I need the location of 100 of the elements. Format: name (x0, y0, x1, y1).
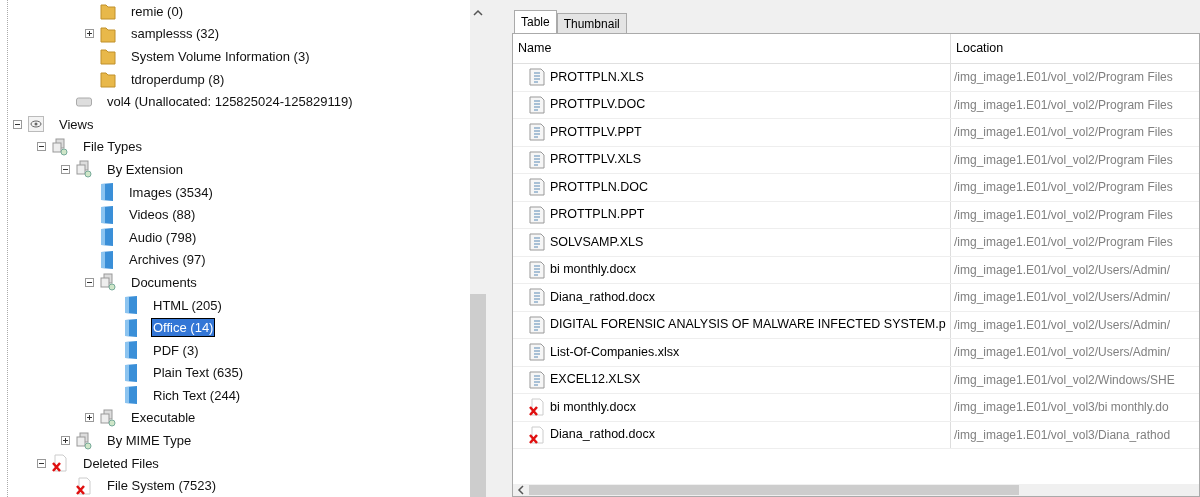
tree-item[interactable]: By MIME Type (106, 432, 193, 450)
table-cell: EXCEL12.XLSX (513, 366, 951, 393)
tree-item[interactable]: Views (58, 115, 95, 133)
tab[interactable]: Table (514, 10, 557, 33)
table-cell-text: /img_image1.E01/vol_vol2/Program Files (953, 179, 1174, 197)
table-cell-text: /img_image1.E01/vol_vol2/Program Files (953, 151, 1174, 169)
expand-icon[interactable] (61, 436, 70, 446)
document-icon (529, 205, 545, 224)
stacked-files-icon (52, 137, 68, 156)
table-cell: List-Of-Companies.xlsx (513, 339, 951, 366)
stacked-files-icon (100, 273, 116, 292)
collapse-icon[interactable] (61, 164, 70, 174)
tree-item[interactable]: remie (0) (130, 2, 184, 20)
table-cell-text: /img_image1.E01/vol_vol2/Program Files (953, 69, 1174, 87)
table-cell-text: /img_image1.E01/vol_vol2/Program Files (953, 96, 1174, 114)
document-icon (124, 317, 138, 338)
table-cell-text: /img_image1.E01/vol_vol2/Windows/SHE (953, 371, 1176, 389)
document-icon (529, 123, 545, 142)
document-icon (529, 260, 545, 279)
tree-item[interactable]: Executable (130, 409, 197, 427)
vertical-scrollbar[interactable] (470, 0, 486, 497)
document-icon (529, 343, 545, 362)
table-cell-text: /img_image1.E01/vol_vol2/Users/Admin/ (953, 344, 1172, 362)
stacked-files-icon (76, 160, 92, 179)
tree-item[interactable]: vol4 (Unallocated: 125825024-125829119) (106, 93, 354, 111)
column-header[interactable]: Name (513, 34, 951, 63)
tab[interactable]: Thumbnail (556, 13, 627, 33)
document-icon (124, 362, 138, 383)
table-cell: SOLVSAMP.XLS (513, 229, 951, 256)
document-icon (529, 178, 545, 197)
table-cell-text: /img_image1.E01/vol_vol3/bi monthly.do (953, 399, 1170, 417)
tree-item[interactable]: Audio (798) (128, 228, 198, 246)
document-icon (529, 370, 545, 389)
document-icon (529, 150, 545, 169)
expand-icon[interactable] (85, 29, 94, 39)
document-icon (529, 68, 545, 87)
tree-item[interactable]: samplesss (32) (130, 25, 221, 43)
table-cell-text: /img_image1.E01/vol_vol2/Users/Admin/ (953, 261, 1172, 279)
tree-item[interactable]: Images (3534) (128, 183, 214, 201)
table-cell: PROTTPLV.DOC (513, 91, 951, 118)
document-icon (124, 295, 138, 315)
table-cell-text: /img_image1.E01/vol_vol2/Program Files (953, 206, 1174, 224)
collapse-icon[interactable] (13, 119, 22, 129)
table-cell-text: /img_image1.E01/vol_vol2/Users/Admin/ (953, 316, 1172, 334)
table-cell: bi monthly.docx (513, 256, 951, 283)
column-header[interactable]: Location (951, 34, 1199, 63)
table-cell-text: /img_image1.E01/vol_vol2/Program Files (953, 234, 1174, 252)
document-icon (100, 249, 114, 270)
collapse-icon[interactable] (37, 142, 46, 152)
document-icon (124, 385, 138, 406)
scroll-up-icon[interactable] (473, 9, 483, 17)
collapse-icon[interactable] (85, 277, 94, 287)
table-cell-text: /img_image1.E01/vol_vol2/Users/Admin/ (953, 289, 1172, 307)
tree-item[interactable]: Videos (88) (128, 206, 197, 224)
tree-item[interactable]: Archives (97) (128, 251, 207, 269)
document-icon (100, 204, 114, 225)
tree-item[interactable]: System Volume Information (3) (130, 48, 311, 65)
collapse-icon[interactable] (37, 458, 46, 468)
tree-item[interactable]: Deleted Files (82, 454, 160, 472)
deleted-file-icon (529, 398, 545, 417)
document-icon (100, 182, 114, 203)
table-cell: bi monthly.docx (513, 394, 951, 421)
table-cell: Diana_rathod.docx (513, 421, 951, 448)
scroll-left-icon[interactable] (517, 485, 525, 495)
tree-item[interactable]: HTML (205) (152, 296, 223, 314)
table-cell: DIGITAL FORENSIC ANALYSIS OF MALWARE INFECTED SYSTEM.p (513, 311, 951, 338)
document-icon (529, 95, 545, 114)
tree-item[interactable]: File System (7523) (106, 477, 218, 495)
eye-icon (28, 116, 44, 133)
table-cell: Diana_rathod.docx (513, 284, 951, 311)
tree-item[interactable]: Rich Text (244) (152, 386, 242, 404)
tree-item[interactable]: By Extension (106, 160, 184, 178)
table-cell: PROTTPLN.XLS (513, 64, 951, 91)
tree-item[interactable]: Plain Text (635) (152, 364, 245, 382)
stacked-files-icon (100, 409, 116, 427)
table-cell-text: /img_image1.E01/vol_vol3/Diana_rathod (953, 426, 1172, 444)
table-cell-text: /img_image1.E01/vol_vol2/Program Files (953, 124, 1174, 142)
document-icon (529, 288, 545, 307)
document-icon (100, 227, 114, 248)
folder-icon (100, 2, 116, 21)
tree-item[interactable]: tdroperdump (8) (130, 70, 226, 88)
document-icon (529, 233, 545, 252)
stacked-files-icon (76, 431, 92, 450)
document-icon (124, 340, 138, 361)
tree-item[interactable]: File Types (82, 138, 143, 156)
table-cell: PROTTPLN.PPT (513, 201, 951, 228)
expand-icon[interactable] (85, 413, 94, 423)
table-cell: PROTTPLV.XLS (513, 146, 951, 173)
deleted-file-icon (529, 425, 545, 444)
document-icon (529, 315, 545, 334)
tree-item[interactable]: Office (14) (152, 319, 215, 337)
folder-icon (100, 70, 116, 89)
table-cell: PROTTPLN.DOC (513, 174, 951, 201)
tree-item[interactable]: PDF (3) (152, 341, 200, 359)
horizontal-scrollbar[interactable] (513, 484, 1199, 496)
deleted-file-icon (52, 454, 68, 473)
table-cell: PROTTPLV.PPT (513, 119, 951, 146)
tree-item[interactable]: Documents (130, 273, 198, 291)
folder-icon (100, 47, 116, 66)
folder-icon (100, 24, 116, 43)
